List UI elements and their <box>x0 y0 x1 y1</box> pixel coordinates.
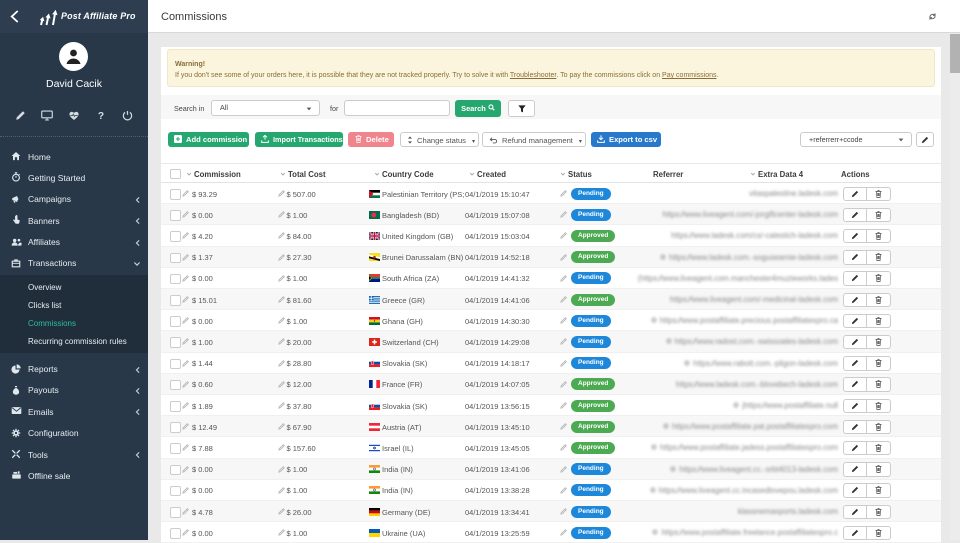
svg-text:?: ? <box>98 111 104 121</box>
